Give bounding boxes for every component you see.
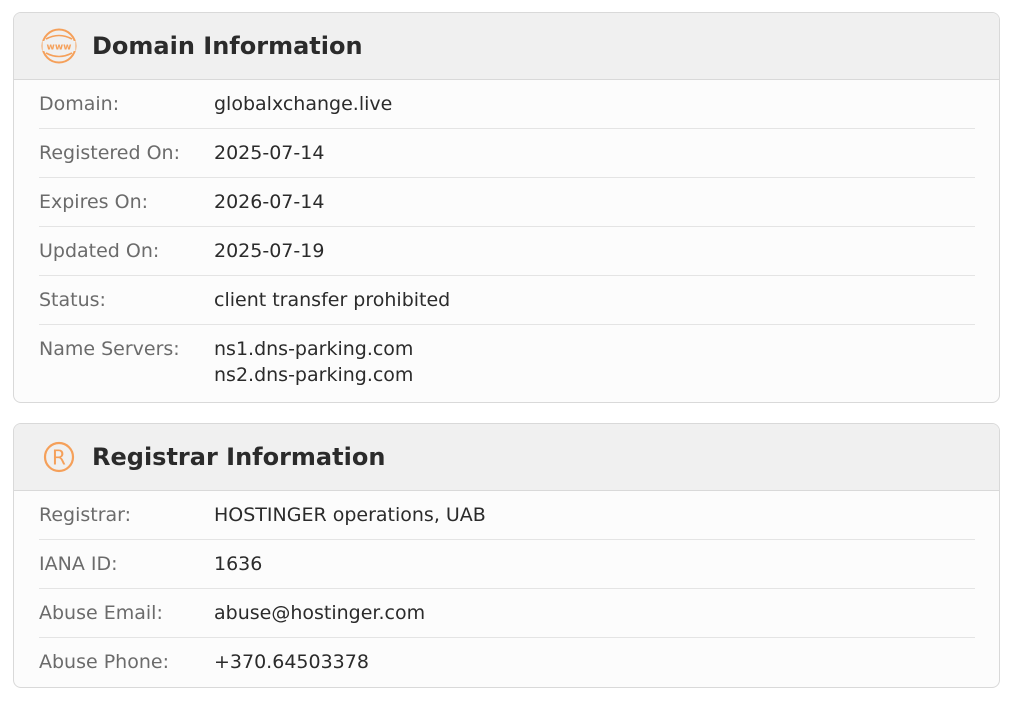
abuse-email-row: Abuse Email: abuse@hostinger.com (39, 589, 975, 638)
registrar-information-rows: Registrar: HOSTINGER operations, UAB IAN… (14, 491, 999, 686)
iana-id-value: 1636 (214, 553, 263, 575)
domain-row: Domain: globalxchange.live (39, 80, 975, 129)
name-servers-value: ns1.dns-parking.com ns2.dns-parking.com (214, 337, 413, 390)
domain-information-rows: Domain: globalxchange.live Registered On… (14, 80, 999, 402)
expires-on-label: Expires On: (39, 191, 149, 213)
status-row: Status: client transfer prohibited (39, 276, 975, 325)
domain-label: Domain: (39, 93, 120, 115)
abuse-email-value: abuse@hostinger.com (214, 602, 426, 624)
updated-on-row: Updated On: 2025-07-19 (39, 227, 975, 276)
status-value: client transfer prohibited (214, 289, 451, 311)
name-servers-label: Name Servers: (39, 338, 180, 360)
name-server-1: ns1.dns-parking.com (214, 338, 414, 360)
abuse-email-label: Abuse Email: (39, 602, 163, 624)
registrar-value: HOSTINGER operations, UAB (214, 504, 486, 526)
abuse-phone-label: Abuse Phone: (39, 651, 169, 673)
name-servers-row: Name Servers: ns1.dns-parking.com ns2.dn… (39, 325, 975, 402)
expires-on-row: Expires On: 2026-07-14 (39, 178, 975, 227)
registered-on-row: Registered On: 2025-07-14 (39, 129, 975, 178)
name-server-2: ns2.dns-parking.com (214, 364, 414, 386)
registrar-row: Registrar: HOSTINGER operations, UAB (39, 491, 975, 540)
domain-information-card: www Domain Information Domain: globalxch… (13, 12, 1000, 403)
registrar-information-card: R Registrar Information Registrar: HOSTI… (13, 423, 1000, 688)
registered-on-value: 2025-07-14 (214, 142, 325, 164)
registered-on-label: Registered On: (39, 142, 180, 164)
registrar-label: Registrar: (39, 504, 132, 526)
iana-id-row: IANA ID: 1636 (39, 540, 975, 589)
registered-trademark-icon: R (40, 438, 78, 476)
domain-value: globalxchange.live (214, 93, 393, 115)
iana-id-label: IANA ID: (39, 553, 118, 575)
domain-information-title: Domain Information (92, 32, 363, 60)
expires-on-value: 2026-07-14 (214, 191, 325, 213)
updated-on-value: 2025-07-19 (214, 240, 325, 262)
registrar-information-header: R Registrar Information (14, 424, 999, 491)
svg-text:R: R (52, 446, 66, 470)
domain-information-header: www Domain Information (14, 13, 999, 80)
updated-on-label: Updated On: (39, 240, 160, 262)
svg-text:www: www (47, 43, 72, 53)
registrar-information-title: Registrar Information (92, 443, 386, 471)
abuse-phone-value: +370.64503378 (214, 651, 369, 673)
status-label: Status: (39, 289, 106, 311)
abuse-phone-row: Abuse Phone: +370.64503378 (39, 638, 975, 686)
www-globe-icon: www (40, 27, 78, 65)
